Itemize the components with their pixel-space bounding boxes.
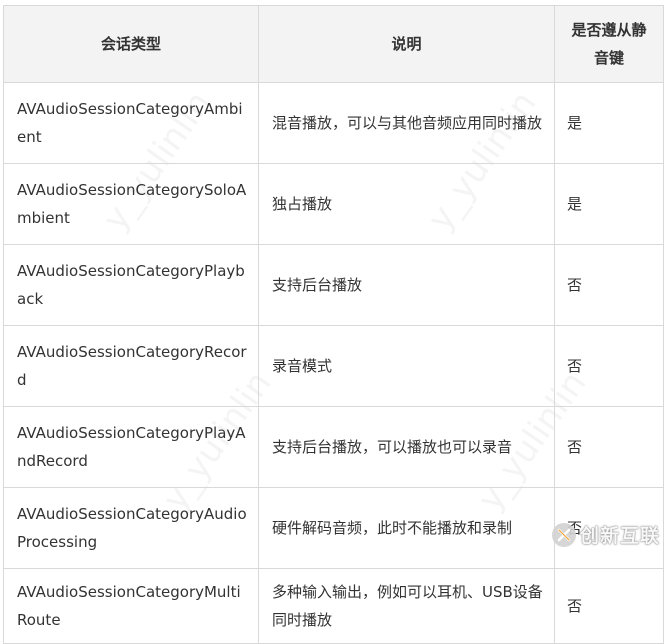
header-category: 会话类型: [3, 5, 259, 83]
cell-obeys-mute: 是: [554, 163, 664, 245]
table-row: AVAudioSessionCategoryAudioProcessing 硬件…: [3, 487, 664, 569]
cell-description: 混音播放，可以与其他音频应用同时播放: [258, 82, 555, 164]
cell-description: 支持后台播放，可以播放也可以录音: [258, 406, 555, 488]
cell-description: 多种输入输出，例如可以耳机、USB设备同时播放: [258, 568, 555, 644]
cell-category: AVAudioSessionCategoryMultiRoute: [3, 568, 259, 644]
category-table-container: 会话类型 说明 是否遵从静音键 AVAudioSessionCategoryAm…: [3, 5, 664, 644]
cell-obeys-mute: 是: [554, 82, 664, 164]
table-row: AVAudioSessionCategoryPlayback 支持后台播放 否: [3, 244, 664, 326]
cell-obeys-mute: 否: [554, 487, 664, 569]
table-row: AVAudioSessionCategoryMultiRoute 多种输入输出，…: [3, 568, 664, 644]
cell-category: AVAudioSessionCategoryAmbient: [3, 82, 259, 164]
table-row: AVAudioSessionCategoryRecord 录音模式 否: [3, 325, 664, 407]
cell-obeys-mute: 否: [554, 568, 664, 644]
cell-obeys-mute: 否: [554, 406, 664, 488]
cell-description: 录音模式: [258, 325, 555, 407]
audio-session-category-table: 会话类型 说明 是否遵从静音键 AVAudioSessionCategoryAm…: [3, 5, 664, 644]
cell-category: AVAudioSessionCategorySoloAmbient: [3, 163, 259, 245]
cell-obeys-mute: 否: [554, 244, 664, 326]
header-description: 说明: [258, 5, 555, 83]
cell-description: 独占播放: [258, 163, 555, 245]
cell-category: AVAudioSessionCategoryPlayAndRecord: [3, 406, 259, 488]
header-obeys-mute: 是否遵从静音键: [554, 5, 664, 83]
cell-category: AVAudioSessionCategoryRecord: [3, 325, 259, 407]
cell-category: AVAudioSessionCategoryPlayback: [3, 244, 259, 326]
cell-obeys-mute: 否: [554, 325, 664, 407]
table-header-row: 会话类型 说明 是否遵从静音键: [3, 5, 664, 83]
table-row: AVAudioSessionCategoryPlayAndRecord 支持后台…: [3, 406, 664, 488]
cell-category: AVAudioSessionCategoryAudioProcessing: [3, 487, 259, 569]
cell-description: 支持后台播放: [258, 244, 555, 326]
table-row: AVAudioSessionCategoryAmbient 混音播放，可以与其他…: [3, 82, 664, 164]
table-row: AVAudioSessionCategorySoloAmbient 独占播放 是: [3, 163, 664, 245]
cell-description: 硬件解码音频，此时不能播放和录制: [258, 487, 555, 569]
